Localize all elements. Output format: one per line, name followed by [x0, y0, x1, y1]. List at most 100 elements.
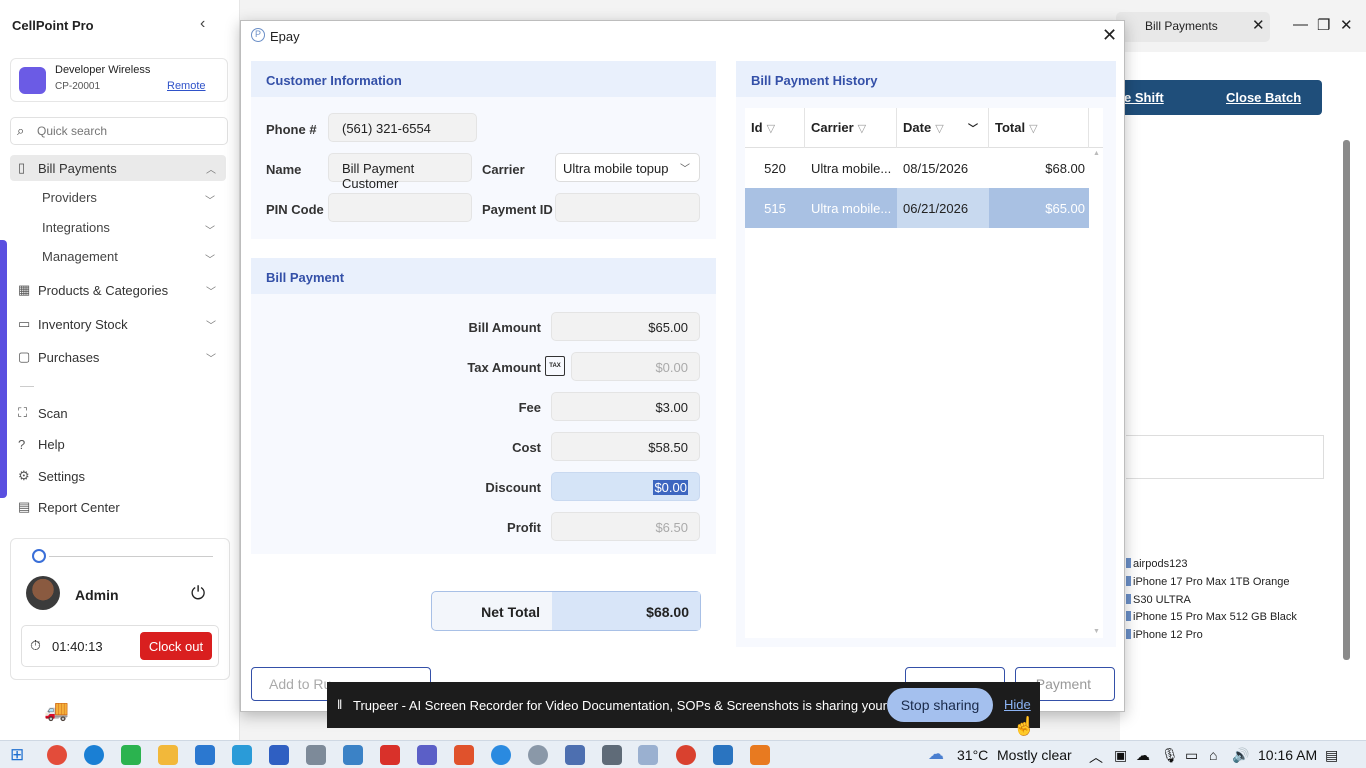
sidebar-item-bill-payments[interactable]: ▯ Bill Payments ︿: [10, 155, 226, 181]
close-window-icon[interactable]: ✕: [1340, 16, 1353, 34]
sidebar-item-purchases[interactable]: ▢ Purchases ﹀: [10, 344, 226, 370]
weather-temp[interactable]: 31°C: [957, 747, 988, 763]
network-icon[interactable]: ⌂: [1209, 747, 1217, 763]
battery-icon[interactable]: ▭: [1185, 747, 1198, 764]
close-icon[interactable]: ✕: [1102, 25, 1117, 46]
quick-search[interactable]: ⌕: [10, 117, 228, 145]
pin-label: PIN Code: [266, 202, 324, 217]
tax-amount-field[interactable]: $0.00: [571, 352, 700, 381]
sidebar-item-label: Settings: [38, 468, 85, 484]
filter-icon[interactable]: ▽: [935, 123, 943, 135]
close-tab-icon[interactable]: ✕: [1252, 16, 1265, 34]
brave-icon[interactable]: [454, 745, 474, 765]
chevron-up-icon[interactable]: ︿: [1089, 747, 1103, 767]
tax-icon[interactable]: TAX: [545, 356, 565, 376]
column-id[interactable]: Id ▽: [745, 108, 805, 148]
sidebar-item-management[interactable]: Management: [42, 249, 118, 264]
fee-field[interactable]: $3.00: [551, 392, 700, 421]
app-icon[interactable]: [269, 745, 289, 765]
tray-icon[interactable]: ▣: [1114, 747, 1127, 764]
column-total[interactable]: Total ▽: [989, 108, 1089, 148]
chevron-down-icon: ﹀: [206, 320, 216, 332]
epay-logo-icon: P: [251, 28, 265, 42]
whatsapp-icon[interactable]: [121, 745, 141, 765]
weather-icon[interactable]: ☁: [928, 744, 944, 764]
tab-label: Bill Payments: [1145, 19, 1218, 33]
shift-link[interactable]: e Shift: [1124, 90, 1164, 105]
slider-track: [49, 556, 213, 557]
filter-icon[interactable]: ▽: [767, 123, 775, 135]
store-icon[interactable]: [195, 745, 215, 765]
list-item[interactable]: iPhone 12 Pro: [1126, 629, 1203, 641]
scroll-down-icon[interactable]: ▼: [1093, 628, 1100, 635]
weather-desc[interactable]: Mostly clear: [997, 747, 1072, 763]
hide-link[interactable]: Hide: [1004, 697, 1031, 712]
payment-id-field[interactable]: [555, 193, 700, 222]
filter-icon[interactable]: ▽: [858, 123, 866, 135]
app-icon[interactable]: [565, 745, 585, 765]
app-icon[interactable]: [638, 745, 658, 765]
cell-id: 515: [745, 188, 805, 228]
teams-icon[interactable]: [417, 745, 437, 765]
sidebar-item-help[interactable]: ? Help: [10, 431, 226, 457]
app-icon[interactable]: [232, 745, 252, 765]
scrollbar[interactable]: [1343, 140, 1350, 660]
cost-field[interactable]: $58.50: [551, 432, 700, 461]
slider-handle[interactable]: [32, 549, 46, 563]
search-input[interactable]: [37, 124, 217, 138]
sidebar-item-report-center[interactable]: ▤ Report Center: [10, 494, 226, 520]
list-item[interactable]: airpods123: [1126, 558, 1187, 570]
cell-carrier: Ultra mobile...: [811, 161, 892, 176]
power-icon[interactable]: ⏻: [191, 583, 205, 604]
edge-icon[interactable]: [84, 745, 104, 765]
clock-out-button[interactable]: Clock out: [140, 632, 212, 660]
sort-chevron-icon[interactable]: ﹀: [968, 120, 978, 135]
app-icon[interactable]: [528, 745, 548, 765]
app-icon[interactable]: [750, 745, 770, 765]
sidebar-item-scan[interactable]: ⛶ Scan: [10, 400, 226, 426]
microphone-icon[interactable]: 🎙: [1161, 747, 1179, 764]
calculator-icon[interactable]: [602, 745, 622, 765]
phone-field[interactable]: (561) 321-6554: [328, 113, 477, 142]
app-icon[interactable]: [491, 745, 511, 765]
app-icon[interactable]: [343, 745, 363, 765]
cell-carrier: Ultra mobile...: [805, 188, 897, 228]
discount-field[interactable]: $0.00: [551, 472, 700, 501]
collapse-sidebar-icon[interactable]: ‹: [200, 15, 205, 33]
sidebar-item-providers[interactable]: Providers: [42, 190, 97, 205]
clock[interactable]: 10:16 AM: [1258, 747, 1317, 763]
notifications-icon[interactable]: ▤: [1325, 747, 1338, 764]
bill-amount-field[interactable]: $65.00: [551, 312, 700, 341]
box-icon: ▭: [18, 316, 31, 331]
app-icon[interactable]: [306, 745, 326, 765]
photos-icon[interactable]: [713, 745, 733, 765]
name-field[interactable]: Bill Payment Customer: [328, 153, 472, 191]
close-batch-link[interactable]: Close Batch: [1226, 90, 1301, 105]
stop-sharing-button[interactable]: Stop sharing: [887, 688, 993, 722]
minimize-icon[interactable]: —: [1293, 16, 1308, 33]
pin-field[interactable]: [328, 193, 472, 222]
remote-link[interactable]: Remote: [167, 80, 206, 92]
file-explorer-icon[interactable]: [158, 745, 178, 765]
sidebar-item-inventory[interactable]: ▭ Inventory Stock ﹀: [10, 311, 226, 337]
chrome-icon[interactable]: [676, 745, 696, 765]
column-date[interactable]: Date ▽ ﹀: [897, 108, 989, 148]
list-item[interactable]: iPhone 17 Pro Max 1TB Orange: [1126, 576, 1290, 588]
sidebar: CellPoint Pro ‹ Developer Wireless CP-20…: [0, 0, 240, 740]
filter-icon[interactable]: ▽: [1029, 123, 1037, 135]
restore-icon[interactable]: ❐: [1317, 16, 1330, 34]
list-item[interactable]: S30 ULTRA: [1126, 594, 1191, 606]
speaker-icon[interactable]: 🔊: [1232, 747, 1249, 764]
app-icon[interactable]: [380, 745, 400, 765]
carrier-select[interactable]: Ultra mobile topup ﹀: [555, 153, 700, 182]
truck-icon[interactable]: 🚚: [44, 698, 69, 723]
windows-start-icon[interactable]: ⊞: [10, 745, 24, 765]
sidebar-item-integrations[interactable]: Integrations: [42, 220, 110, 235]
cloud-icon[interactable]: ☁: [1136, 747, 1150, 764]
list-item[interactable]: iPhone 15 Pro Max 512 GB Black: [1126, 611, 1297, 623]
column-carrier[interactable]: Carrier ▽: [805, 108, 897, 148]
sidebar-item-settings[interactable]: ⚙ Settings: [10, 463, 226, 489]
chrome-icon[interactable]: [47, 745, 67, 765]
sidebar-item-products[interactable]: ▦ Products & Categories ﹀: [10, 277, 226, 303]
scroll-up-icon[interactable]: ▲: [1093, 150, 1100, 157]
